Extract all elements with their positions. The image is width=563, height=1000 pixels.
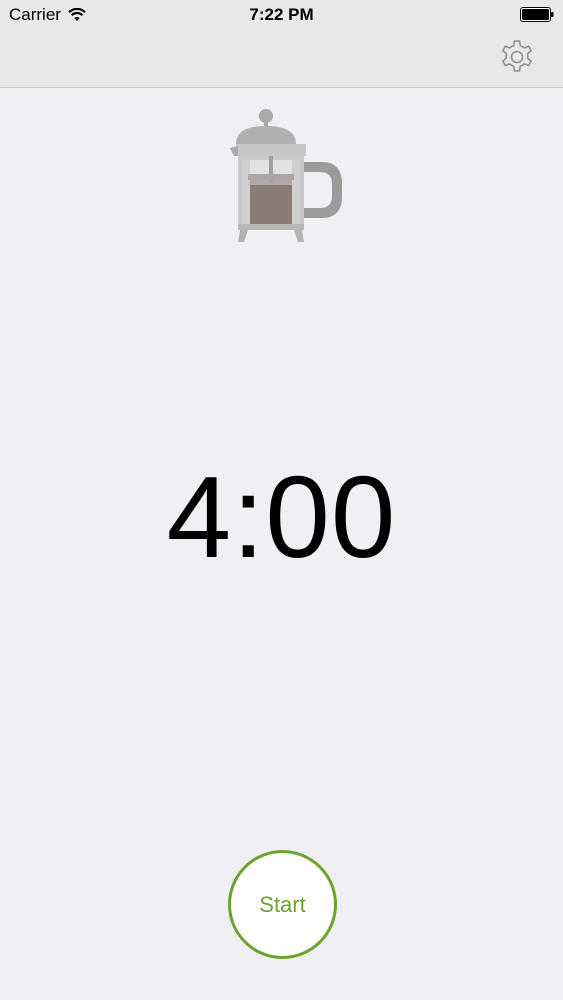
battery-icon	[520, 7, 554, 22]
french-press-icon	[230, 109, 342, 242]
status-time: 7:22 PM	[249, 5, 314, 24]
gear-icon	[502, 40, 532, 72]
start-button-label: Start	[259, 891, 306, 917]
status-bar: Carrier 7:22 PM	[0, 0, 563, 30]
navigation-bar: Carrier 7:22 PM	[0, 0, 563, 88]
timer-display: 4:00	[166, 452, 397, 582]
start-button[interactable]: Start	[228, 850, 337, 959]
settings-button[interactable]	[495, 34, 539, 78]
